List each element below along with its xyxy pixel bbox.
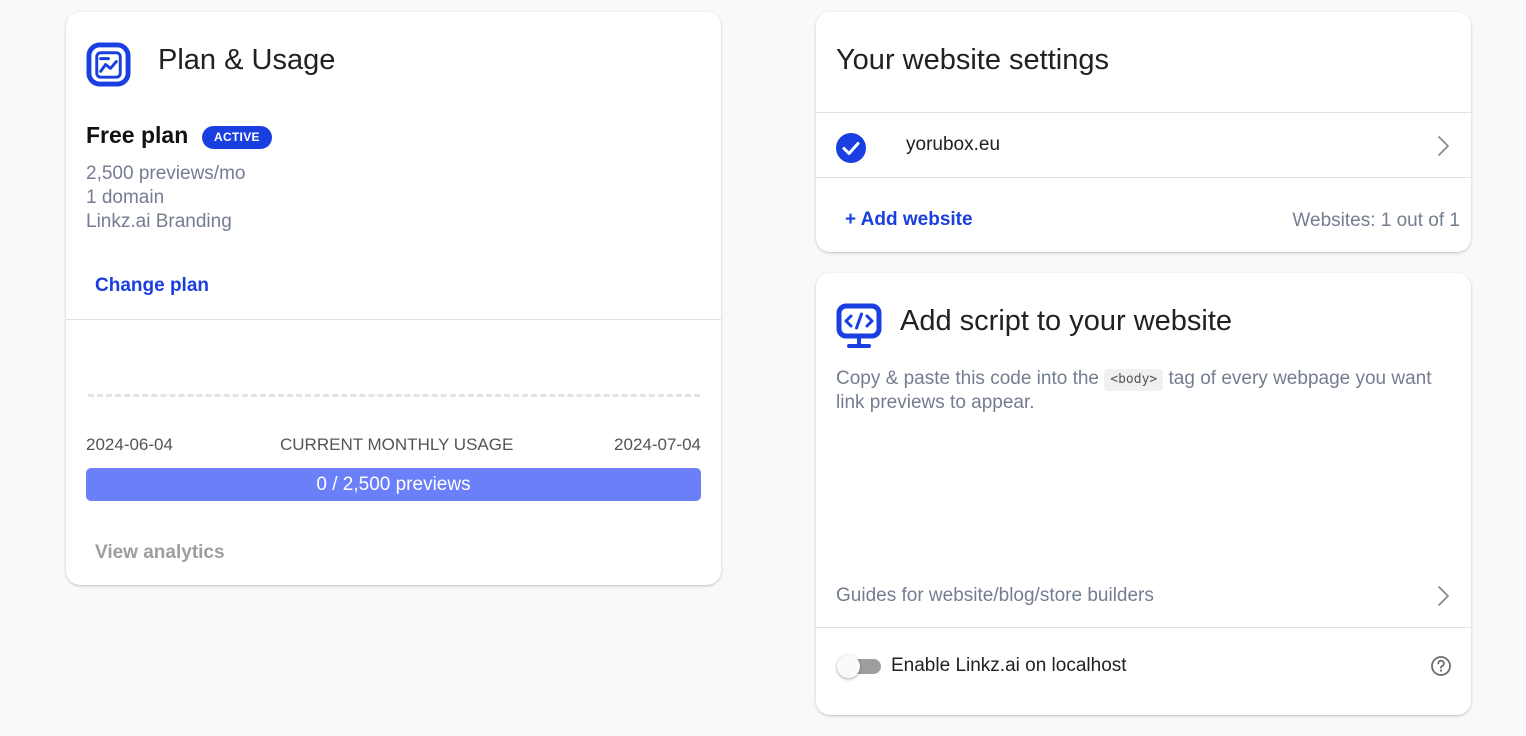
usage-progress-bar: 0 / 2,500 previews	[86, 468, 701, 501]
card-title: Add script to your website	[900, 305, 1233, 337]
check-circle-icon	[836, 133, 866, 163]
websites-count: Websites: 1 out of 1	[1292, 210, 1460, 231]
instructions-text-before: Copy & paste this code into the	[836, 368, 1105, 389]
divider	[816, 177, 1471, 178]
period-end-date: 2024-07-04	[614, 435, 701, 454]
card-title: Your website settings	[836, 44, 1109, 76]
website-settings-card: Your website settings yorubox.eu + Add w…	[816, 12, 1471, 252]
card-title: Plan & Usage	[158, 44, 336, 76]
plan-usage-card: Plan & Usage Free plan ACTIVE 2,500 prev…	[66, 12, 721, 585]
add-script-card: Add script to your website Copy & paste …	[816, 273, 1471, 715]
analytics-board-icon	[86, 42, 131, 87]
chevron-right-icon	[1438, 136, 1449, 156]
localhost-toggle[interactable]	[837, 655, 881, 678]
question-circle-icon[interactable]	[1430, 655, 1452, 677]
guides-label: Guides for website/blog/store builders	[836, 585, 1154, 606]
plan-feature-branding: Linkz.ai Branding	[86, 211, 232, 232]
change-plan-button[interactable]: Change plan	[95, 275, 209, 297]
body-tag-code: <body>	[1104, 369, 1164, 391]
plan-feature-previews: 2,500 previews/mo	[86, 163, 246, 184]
localhost-toggle-label: Enable Linkz.ai on localhost	[891, 655, 1127, 676]
script-instructions: Copy & paste this code into the <body> t…	[836, 367, 1436, 415]
divider	[816, 627, 1471, 628]
usage-chart-baseline	[88, 394, 700, 397]
toggle-knob	[837, 655, 860, 678]
usage-caption: CURRENT MONTHLY USAGE	[280, 435, 514, 454]
chevron-right-icon	[1438, 586, 1449, 606]
view-analytics-button[interactable]: View analytics	[95, 542, 225, 564]
usage-progress-text: 0 / 2,500 previews	[316, 474, 471, 495]
status-badge: ACTIVE	[202, 126, 272, 149]
plan-name: Free plan	[86, 122, 189, 148]
divider	[66, 319, 721, 320]
website-row[interactable]: yorubox.eu	[816, 113, 1471, 177]
plan-feature-domains: 1 domain	[86, 187, 165, 208]
add-website-button[interactable]: + Add website	[845, 209, 973, 231]
guides-link-row[interactable]: Guides for website/blog/store builders	[816, 573, 1471, 627]
code-monitor-icon	[836, 303, 882, 348]
period-start-date: 2024-06-04	[86, 435, 173, 454]
website-domain: yorubox.eu	[906, 134, 1001, 155]
